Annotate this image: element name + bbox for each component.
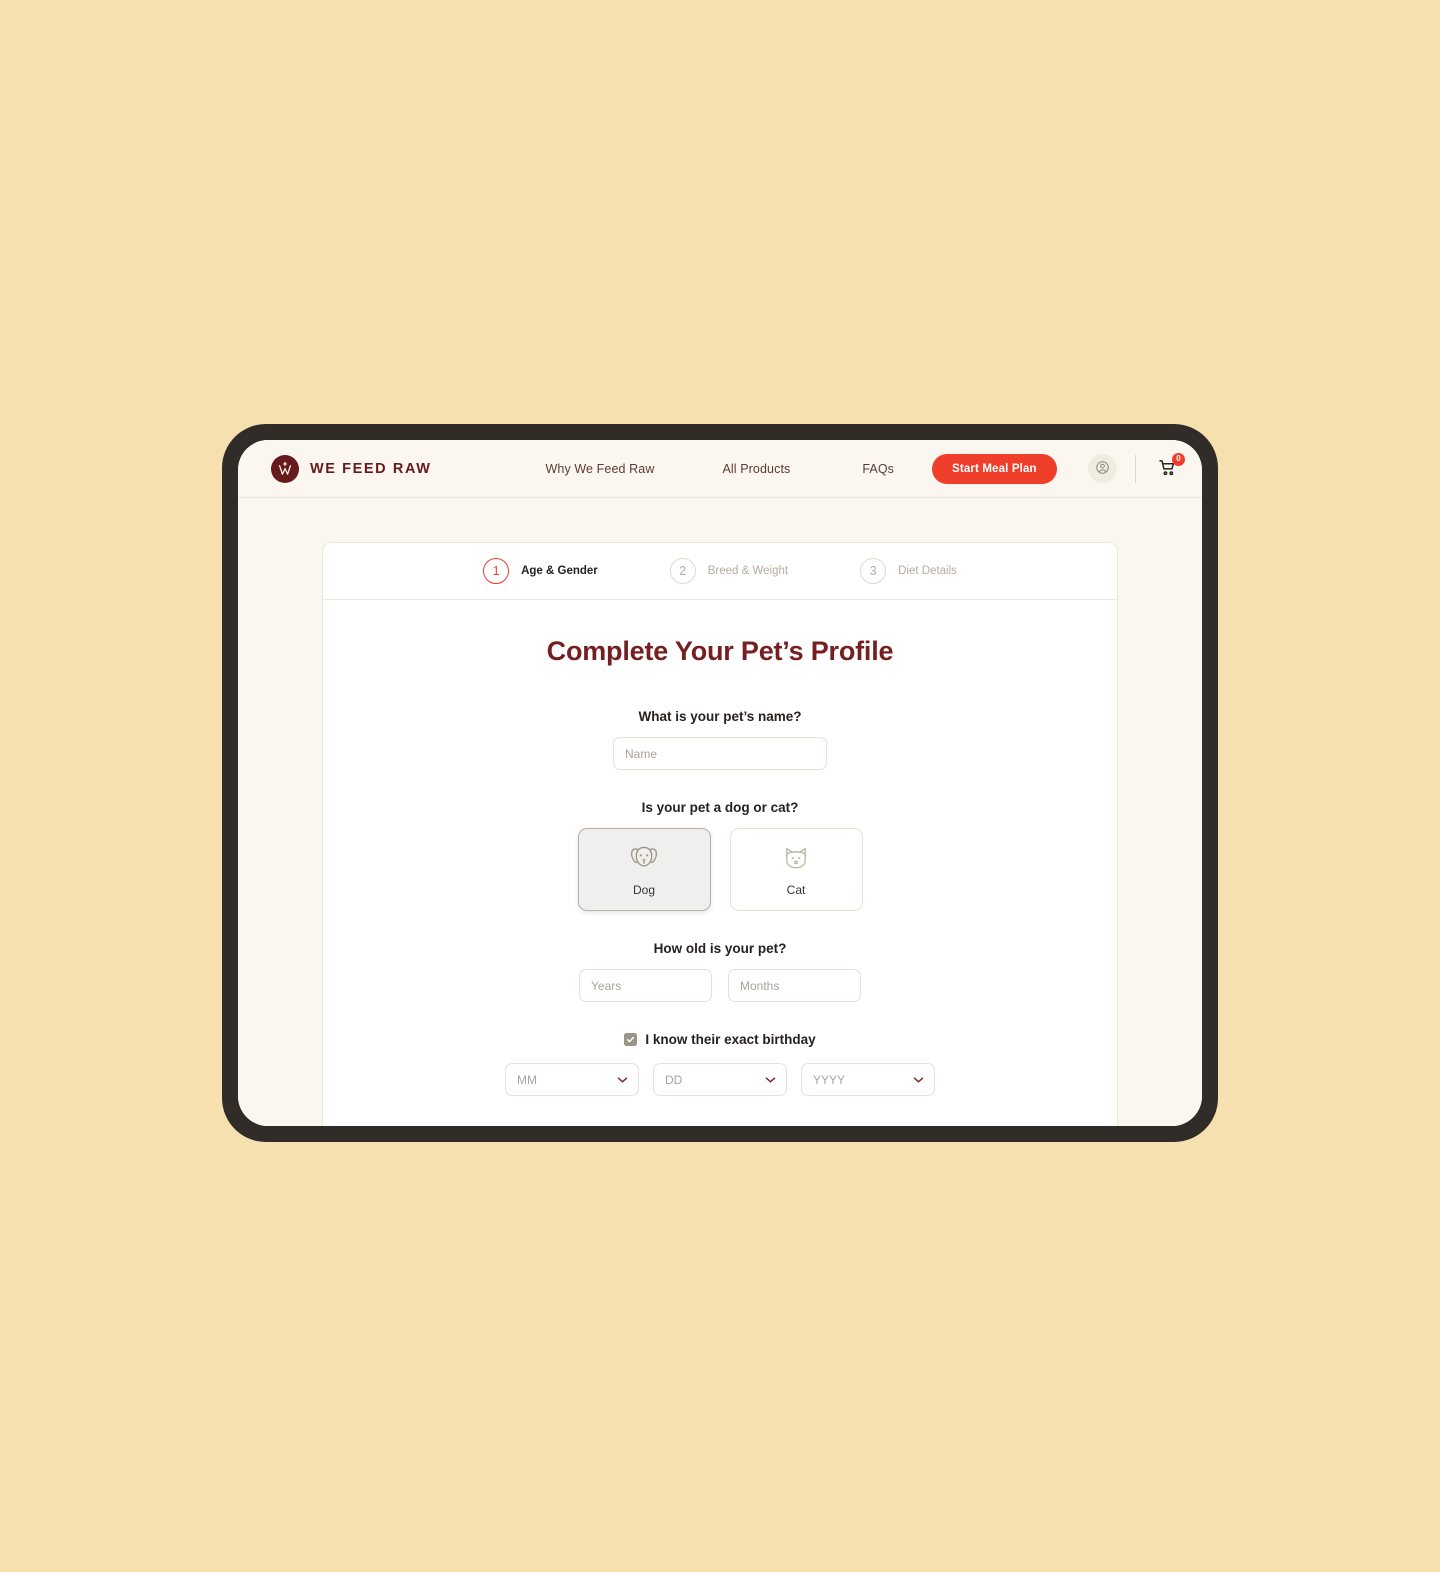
wizard-step-indicator: 1 Age & Gender 2 Breed & Weight 3 Diet D…: [323, 543, 1117, 600]
birthday-date-selects: MM DD YYYY: [323, 1063, 1117, 1096]
pet-profile-form: Complete Your Pet’s Profile What is your…: [323, 600, 1117, 1096]
pet-type-label: Is your pet a dog or cat?: [641, 800, 799, 815]
birth-year-wrapper: YYYY: [801, 1063, 935, 1096]
step-label: Breed & Weight: [707, 565, 789, 577]
cat-face-icon: [781, 843, 811, 876]
exact-birthday-toggle[interactable]: I know their exact birthday: [323, 1032, 1117, 1047]
step-number: 3: [860, 558, 887, 584]
brand-name: WE FEED RAW: [310, 460, 432, 477]
primary-navigation: Why We Feed Raw All Products FAQs Start …: [546, 453, 1057, 484]
page-content: 1 Age & Gender 2 Breed & Weight 3 Diet D…: [238, 498, 1202, 1126]
account-circle-icon: [1095, 460, 1110, 478]
age-months-input[interactable]: [728, 969, 861, 1002]
age-inputs: [323, 969, 1117, 1002]
header-actions: 0: [1088, 452, 1185, 483]
pet-name-label: What is your pet’s name?: [638, 709, 802, 724]
wizard-step-diet-details[interactable]: 3 Diet Details: [860, 558, 957, 584]
w-monogram-icon: [271, 454, 299, 483]
birth-year-select[interactable]: YYYY: [801, 1063, 935, 1096]
birth-day-select[interactable]: DD: [653, 1063, 787, 1096]
tablet-device-frame: WE FEED RAW Why We Feed Raw All Products…: [222, 424, 1218, 1142]
nav-link-faqs[interactable]: FAQs: [862, 462, 894, 476]
wizard-step-breed-weight[interactable]: 2 Breed & Weight: [669, 558, 789, 584]
exact-birthday-checkbox[interactable]: [624, 1033, 638, 1046]
step-label: Age & Gender: [521, 565, 598, 577]
pet-type-label-cat: Cat: [786, 882, 806, 897]
wizard-step-age-gender[interactable]: 1 Age & Gender: [483, 558, 598, 584]
start-meal-plan-button[interactable]: Start Meal Plan: [932, 453, 1057, 484]
pet-name-field-group: What is your pet’s name?: [323, 709, 1117, 770]
nav-link-why-we-feed-raw[interactable]: Why We Feed Raw: [546, 462, 655, 476]
tablet-screen: WE FEED RAW Why We Feed Raw All Products…: [238, 440, 1202, 1126]
cart-button[interactable]: 0: [1154, 452, 1185, 482]
birth-day-wrapper: DD: [653, 1063, 787, 1096]
pet-type-label-dog: Dog: [632, 882, 655, 897]
site-header: WE FEED RAW Why We Feed Raw All Products…: [238, 440, 1202, 498]
brand-logo[interactable]: WE FEED RAW: [271, 454, 432, 483]
step-label: Diet Details: [898, 565, 957, 577]
pet-profile-wizard-card: 1 Age & Gender 2 Breed & Weight 3 Diet D…: [322, 542, 1118, 1126]
pet-name-input[interactable]: [613, 737, 827, 770]
cart-count-badge: 0: [1172, 452, 1185, 466]
pet-type-options: Dog Cat: [323, 828, 1117, 911]
exact-birthday-label[interactable]: I know their exact birthday: [645, 1032, 815, 1047]
step-number: 1: [483, 558, 510, 584]
pet-age-label: How old is your pet?: [653, 941, 787, 956]
header-divider: [1135, 454, 1136, 483]
checkmark-icon: [627, 1036, 635, 1043]
birth-month-wrapper: MM: [505, 1063, 639, 1096]
account-button[interactable]: [1088, 454, 1117, 483]
dog-face-icon: [627, 843, 661, 876]
pet-type-option-cat[interactable]: Cat: [729, 828, 863, 911]
step-number: 2: [669, 558, 696, 584]
birth-month-select[interactable]: MM: [505, 1063, 639, 1096]
pet-type-option-dog[interactable]: Dog: [577, 828, 711, 911]
age-years-input[interactable]: [579, 969, 712, 1002]
pet-age-field-group: How old is your pet?: [323, 941, 1117, 1002]
pet-type-field-group: Is your pet a dog or cat? Dog Cat: [323, 800, 1117, 911]
page-title: Complete Your Pet’s Profile: [546, 636, 894, 666]
nav-link-all-products[interactable]: All Products: [722, 462, 790, 476]
